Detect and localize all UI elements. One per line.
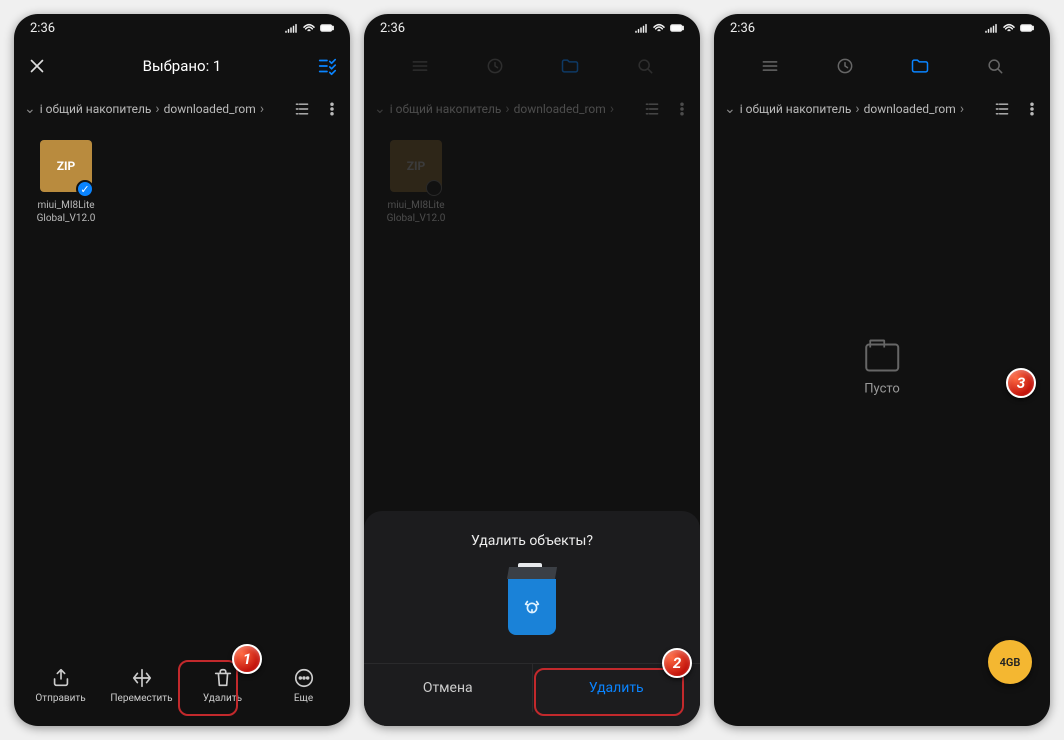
search-tab[interactable] [957, 56, 1032, 76]
move-label: Переместить [110, 693, 172, 704]
trash-icon [212, 667, 234, 689]
recent-tab[interactable] [457, 56, 532, 76]
view-mode-icon[interactable] [644, 101, 660, 117]
more-vertical-icon[interactable] [324, 101, 340, 117]
view-mode-icon[interactable] [294, 101, 310, 117]
callout-step-badge: 2 [662, 648, 692, 678]
chevron-down-icon: ⌄ [724, 101, 736, 117]
breadcrumb-seg-storage: i общий накопитель [40, 102, 152, 116]
empty-folder-state: Пусто [864, 344, 900, 397]
close-icon[interactable] [26, 55, 48, 77]
move-button[interactable]: Переместить [101, 667, 182, 704]
signal-icon [284, 23, 298, 33]
status-time: 2:36 [30, 21, 55, 36]
status-time: 2:36 [730, 21, 755, 36]
more-label: Еще [294, 693, 313, 704]
search-tab[interactable] [607, 56, 682, 76]
empty-folder-icon [865, 344, 899, 372]
delete-confirm-sheet: Удалить объекты? Отмена Удалить [364, 511, 700, 726]
chevron-right-icon: › [505, 101, 509, 117]
wifi-icon [652, 23, 666, 33]
move-icon [131, 667, 153, 689]
empty-label: Пусто [864, 382, 900, 397]
chevron-right-icon: › [855, 101, 859, 117]
battery-icon [1020, 23, 1034, 33]
status-time: 2:36 [380, 21, 405, 36]
status-icons [634, 23, 684, 33]
statusbar: 2:36 [364, 14, 700, 42]
breadcrumb-seg-folder: downloaded_rom [514, 102, 606, 116]
chevron-right-icon: › [960, 101, 964, 117]
chevron-right-icon: › [610, 101, 614, 117]
battery-icon [320, 23, 334, 33]
recent-tab[interactable] [807, 56, 882, 76]
chevron-right-icon: › [155, 101, 159, 117]
view-mode-icon[interactable] [994, 101, 1010, 117]
tabbar [714, 42, 1050, 90]
selection-count-label: Выбрано: 1 [48, 57, 316, 75]
chevron-down-icon: ⌄ [24, 101, 36, 117]
cancel-button[interactable]: Отмена [364, 664, 532, 712]
file-grid: ZIP ✓ miui_MI8LiteGlobal_V12.0 [14, 128, 350, 237]
selection-appbar: Выбрано: 1 [14, 42, 350, 90]
chevron-down-icon: ⌄ [374, 101, 386, 117]
signal-icon [634, 23, 648, 33]
recycle-bin-icon [500, 567, 564, 641]
delete-label: Удалить [203, 693, 242, 704]
status-icons [284, 23, 334, 33]
callout-step-badge: 3 [1006, 368, 1036, 398]
sheet-title: Удалить объекты? [364, 533, 700, 549]
share-icon [50, 667, 72, 689]
more-button[interactable]: Еще [263, 667, 344, 704]
files-tab[interactable] [882, 56, 957, 76]
menu-tab[interactable] [732, 56, 807, 76]
unselected-circle-icon [426, 180, 442, 196]
battery-icon [670, 23, 684, 33]
search-icon [985, 56, 1005, 76]
tabbar [364, 42, 700, 90]
folder-icon [910, 56, 930, 76]
files-tab[interactable] [532, 56, 607, 76]
file-grid: ZIP miui_MI8LiteGlobal_V12.0 [364, 128, 700, 237]
selected-checkmark-icon: ✓ [76, 180, 94, 198]
phone-screen-3: 2:36 ⌄ i общий накопитель › downloaded_r… [714, 14, 1050, 726]
more-circle-icon [293, 667, 315, 689]
breadcrumb[interactable]: ⌄ i общий накопитель › downloaded_rom › [714, 90, 1050, 128]
signal-icon [984, 23, 998, 33]
menu-icon [410, 56, 430, 76]
folder-icon [560, 56, 580, 76]
sheet-actions: Отмена Удалить [364, 663, 700, 712]
breadcrumb-seg-storage: i общий накопитель [390, 102, 502, 116]
more-vertical-icon[interactable] [674, 101, 690, 117]
statusbar: 2:36 [714, 14, 1050, 42]
send-label: Отправить [35, 693, 85, 704]
file-item[interactable]: ZIP miui_MI8LiteGlobal_V12.0 [380, 140, 452, 225]
file-name-label: miui_MI8LiteGlobal_V12.0 [380, 200, 452, 225]
menu-tab[interactable] [382, 56, 457, 76]
chevron-right-icon: › [260, 101, 264, 117]
action-bottombar: Отправить Переместить Удалить Еще [14, 654, 350, 726]
select-all-icon[interactable] [316, 55, 338, 77]
breadcrumb-seg-storage: i общий накопитель [740, 102, 852, 116]
send-button[interactable]: Отправить [20, 667, 101, 704]
phone-screen-1: 2:36 Выбрано: 1 ⌄ i общий накопитель › d… [14, 14, 350, 726]
breadcrumb[interactable]: ⌄ i общий накопитель › downloaded_rom › [14, 90, 350, 128]
wifi-icon [1002, 23, 1016, 33]
file-item[interactable]: ZIP ✓ miui_MI8LiteGlobal_V12.0 [30, 140, 102, 225]
search-icon [635, 56, 655, 76]
callout-step-badge: 1 [232, 644, 262, 674]
breadcrumb[interactable]: ⌄ i общий накопитель › downloaded_rom › [364, 90, 700, 128]
more-vertical-icon[interactable] [1024, 101, 1040, 117]
clock-icon [485, 56, 505, 76]
breadcrumb-seg-folder: downloaded_rom [164, 102, 256, 116]
clock-icon [835, 56, 855, 76]
status-icons [984, 23, 1034, 33]
storage-fab[interactable]: 4GB [988, 640, 1032, 684]
file-name-label: miui_MI8LiteGlobal_V12.0 [30, 200, 102, 225]
breadcrumb-seg-folder: downloaded_rom [864, 102, 956, 116]
menu-icon [760, 56, 780, 76]
phone-screen-2: 2:36 ⌄ i общий накопитель › downloaded_r… [364, 14, 700, 726]
wifi-icon [302, 23, 316, 33]
statusbar: 2:36 [14, 14, 350, 42]
